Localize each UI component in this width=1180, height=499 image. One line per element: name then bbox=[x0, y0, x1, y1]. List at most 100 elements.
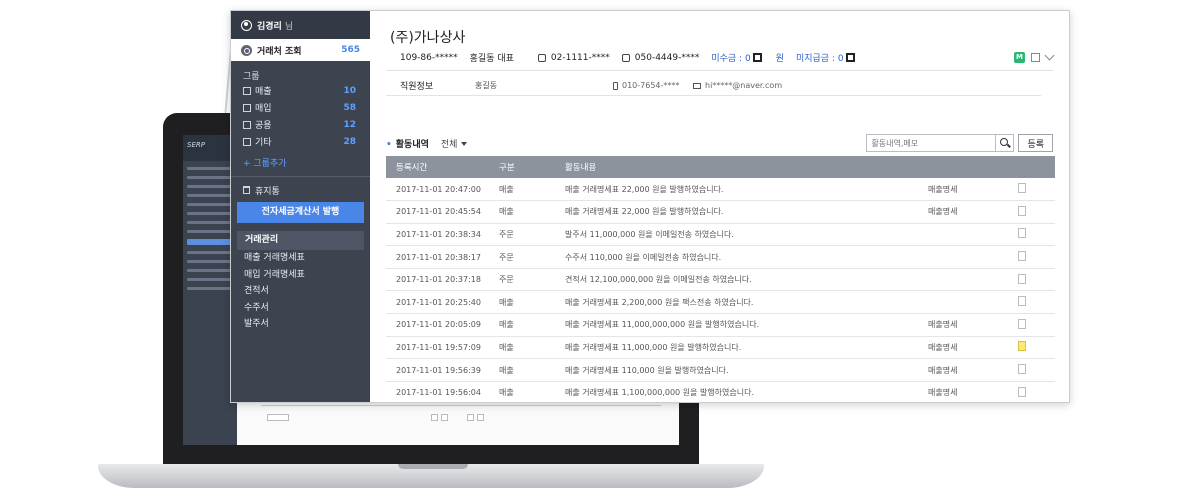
table-row[interactable]: 2017-11-01 20:47:00 매출 매출 거래명세표 22,000 원을 … bbox=[386, 178, 1055, 202]
document-icon[interactable] bbox=[1018, 251, 1026, 262]
cell-doc: 매출명세 bbox=[918, 178, 1008, 202]
payable-amount: 미지급금 : 0 bbox=[795, 54, 844, 64]
cell-time: 2017-11-01 20:37:18 bbox=[386, 268, 489, 292]
document-icon[interactable] bbox=[1018, 341, 1026, 352]
group-item-sales[interactable]: 매출 10 bbox=[231, 82, 370, 99]
trash-item[interactable]: 휴지통 bbox=[231, 181, 370, 199]
messenger-badge-icon[interactable]: M bbox=[1014, 52, 1025, 63]
group-label: 매출 bbox=[255, 87, 272, 97]
document-icon[interactable] bbox=[1018, 273, 1026, 284]
cell-type: 매출 bbox=[489, 313, 555, 337]
trade-item-quotation[interactable]: 견적서 bbox=[231, 283, 370, 300]
menu-client-search[interactable]: 거래처 조회 565 bbox=[231, 39, 370, 61]
document-icon[interactable] bbox=[1018, 183, 1026, 194]
table-row[interactable]: 2017-11-01 19:56:39 매출 매출 거래명세표 110,000 원을… bbox=[386, 358, 1055, 382]
chevron-down-icon[interactable] bbox=[1044, 50, 1055, 61]
activity-search-input[interactable] bbox=[866, 134, 997, 152]
group-item-other[interactable]: 기타 28 bbox=[231, 133, 370, 150]
cell-file bbox=[1008, 290, 1055, 315]
fax-icon bbox=[621, 53, 630, 62]
cell-doc: 매출명세 bbox=[918, 358, 1008, 382]
table-row[interactable]: 2017-11-01 20:38:17 주문 수주서 110,000 원을 이메일전… bbox=[386, 245, 1055, 269]
group-count: 28 bbox=[343, 136, 356, 147]
cell-content: 매출 거래명세표 11,000,000,000 원을 발행하였습니다. bbox=[555, 313, 918, 337]
cell-time: 2017-11-01 20:25:40 bbox=[386, 290, 489, 315]
group-label: 공용 bbox=[255, 121, 272, 131]
column-header-type[interactable]: 구분 bbox=[489, 156, 555, 178]
document-icon[interactable] bbox=[1018, 386, 1026, 397]
company-fax: 050-4449-**** bbox=[634, 52, 700, 63]
table-row[interactable]: 2017-11-01 20:38:34 주문 발주서 11,000,000 원을 이… bbox=[386, 223, 1055, 247]
phone-icon bbox=[537, 53, 546, 62]
column-header-content[interactable]: 활동내용 bbox=[555, 156, 918, 178]
user-profile[interactable]: 김경리 님 bbox=[231, 11, 370, 39]
trade-item-purchase-order[interactable]: 발주서 bbox=[231, 316, 370, 333]
table-row[interactable]: 2017-11-01 20:25:40 매출 매출 거래명세표 2,200,000 … bbox=[386, 290, 1055, 315]
document-icon[interactable] bbox=[1018, 364, 1026, 375]
user-icon bbox=[241, 19, 252, 31]
mail-icon bbox=[693, 82, 701, 89]
cell-content: 매출 거래명세표 11,000,000 원을 발행하였습니다. bbox=[555, 336, 918, 360]
trash-label: 휴지통 bbox=[255, 186, 280, 197]
cell-time: 2017-11-01 19:56:39 bbox=[386, 358, 489, 382]
document-icon[interactable] bbox=[1018, 296, 1026, 307]
cell-doc: 매출명세 bbox=[918, 336, 1008, 360]
cell-doc bbox=[918, 223, 1008, 247]
main-content: (주)가나상사 109-86-***** 홍길동 대표 02-1111-****… bbox=[370, 11, 1069, 402]
activity-title: 활동내역 bbox=[386, 137, 429, 150]
cell-content: 매출 거래명세표 22,000 원을 발행하였습니다. bbox=[555, 178, 918, 202]
table-row[interactable]: 2017-11-01 19:57:09 매출 매출 거래명세표 11,000,000… bbox=[386, 336, 1055, 360]
cell-doc bbox=[918, 268, 1008, 292]
activity-filter-dropdown[interactable]: 전체 bbox=[441, 137, 468, 150]
menu-client-search-count: 565 bbox=[341, 45, 360, 55]
cell-file bbox=[1008, 358, 1055, 382]
trade-item-sales-statement[interactable]: 매출 거래명세표 bbox=[231, 250, 370, 267]
search-icon[interactable] bbox=[996, 134, 1015, 152]
column-header-time[interactable]: 등록시간 bbox=[386, 156, 489, 178]
ceo-name: 홍길동 대표 bbox=[469, 54, 514, 64]
cell-file bbox=[1008, 268, 1055, 292]
company-name: (주)가나상사 bbox=[390, 30, 466, 46]
activity-filter-value: 전체 bbox=[440, 139, 458, 150]
document-icon[interactable] bbox=[1018, 228, 1026, 239]
staff-email: hi*****@naver.com bbox=[705, 81, 783, 90]
register-button[interactable]: 등록 bbox=[1018, 134, 1053, 152]
cell-type: 주문 bbox=[489, 223, 555, 247]
payable-detail-icon[interactable] bbox=[845, 53, 855, 62]
table-row[interactable]: 2017-11-01 20:05:09 매출 매출 거래명세표 11,000,000… bbox=[386, 313, 1055, 337]
divider bbox=[231, 176, 370, 177]
mini-footer bbox=[261, 405, 661, 439]
document-icon[interactable] bbox=[1018, 205, 1026, 216]
cell-time: 2017-11-01 20:45:54 bbox=[386, 200, 489, 224]
cell-type: 매출 bbox=[489, 358, 555, 382]
receivable-detail-icon[interactable] bbox=[752, 53, 762, 62]
issue-tax-invoice-button[interactable]: 전자세금계산서 발행 bbox=[237, 202, 364, 223]
cell-type: 주문 bbox=[489, 268, 555, 292]
document-icon[interactable] bbox=[1018, 318, 1026, 329]
table-row[interactable]: 2017-11-01 20:37:18 주문 견적서 12,100,000,000 … bbox=[386, 268, 1055, 292]
cell-content: 매출 거래명세표 22,000 원을 발행하였습니다. bbox=[555, 200, 918, 224]
table-row[interactable]: 2017-11-01 20:45:54 매출 매출 거래명세표 22,000 원을 … bbox=[386, 200, 1055, 224]
trash-icon bbox=[243, 186, 250, 194]
cell-time: 2017-11-01 19:57:09 bbox=[386, 336, 489, 360]
group-count: 10 bbox=[343, 85, 356, 96]
cell-content: 견적서 12,100,000,000 원을 이메일전송 하였습니다. bbox=[555, 268, 918, 292]
cell-file bbox=[1008, 313, 1055, 337]
table-header-row: 등록시간 구분 활동내용 bbox=[386, 156, 1055, 178]
staff-phone: 010-7654-**** bbox=[622, 81, 680, 90]
trade-item-purchase-statement[interactable]: 매입 거래명세표 bbox=[231, 267, 370, 284]
mini-sidebar: SERP bbox=[183, 135, 237, 445]
edit-icon[interactable] bbox=[1031, 53, 1040, 62]
cell-content: 수주서 110,000 원을 이메일전송 하였습니다. bbox=[555, 245, 918, 269]
group-item-shared[interactable]: 공용 12 bbox=[231, 116, 370, 133]
table-row[interactable]: 2017-11-01 19:56:04 매출 매출 거래명세표 1,100,000,… bbox=[386, 381, 1055, 402]
app-window: 김경리 님 거래처 조회 565 그룹 매출 10 매입 58 공용 12 기타… bbox=[230, 10, 1070, 403]
add-group-button[interactable]: + 그룹추가 bbox=[231, 150, 370, 172]
staff-name: 홍길동 bbox=[475, 81, 498, 90]
group-item-purchase[interactable]: 매입 58 bbox=[231, 99, 370, 116]
cell-doc: 매출명세 bbox=[918, 313, 1008, 337]
cell-type: 매출 bbox=[489, 336, 555, 360]
trade-item-order-received[interactable]: 수주서 bbox=[231, 300, 370, 317]
cell-content: 매출 거래명세표 1,100,000,000 원을 발행하였습니다. bbox=[555, 381, 918, 402]
header-actions: M bbox=[1014, 50, 1055, 63]
